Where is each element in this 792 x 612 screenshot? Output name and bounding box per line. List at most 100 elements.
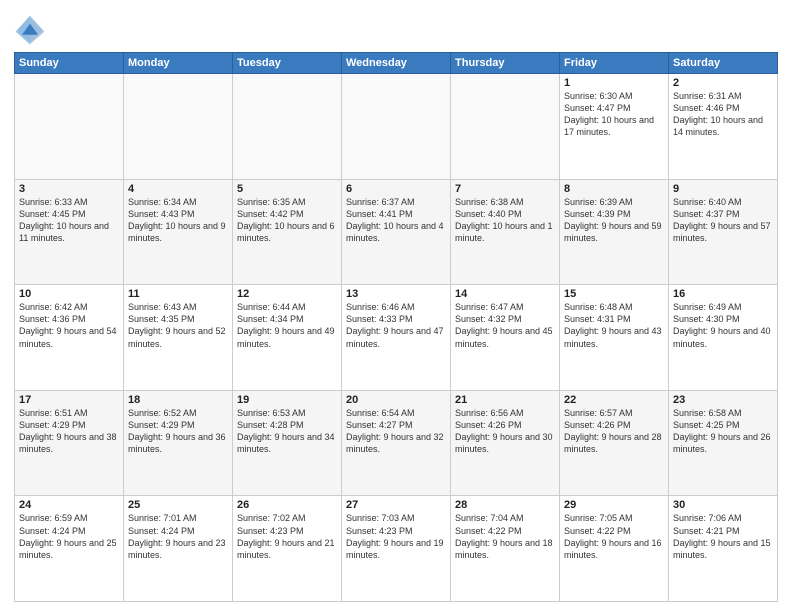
- day-info: Sunrise: 6:59 AM Sunset: 4:24 PM Dayligh…: [19, 512, 119, 561]
- header: [14, 10, 778, 46]
- day-number: 18: [128, 394, 228, 406]
- calendar-cell: [233, 74, 342, 180]
- day-info: Sunrise: 6:51 AM Sunset: 4:29 PM Dayligh…: [19, 407, 119, 456]
- day-info: Sunrise: 6:34 AM Sunset: 4:43 PM Dayligh…: [128, 196, 228, 245]
- calendar-cell: 22Sunrise: 6:57 AM Sunset: 4:26 PM Dayli…: [560, 390, 669, 496]
- calendar-cell: 2Sunrise: 6:31 AM Sunset: 4:46 PM Daylig…: [669, 74, 778, 180]
- calendar-cell: 1Sunrise: 6:30 AM Sunset: 4:47 PM Daylig…: [560, 74, 669, 180]
- day-number: 7: [455, 183, 555, 195]
- calendar-cell: 15Sunrise: 6:48 AM Sunset: 4:31 PM Dayli…: [560, 285, 669, 391]
- day-info: Sunrise: 6:33 AM Sunset: 4:45 PM Dayligh…: [19, 196, 119, 245]
- day-number: 9: [673, 183, 773, 195]
- day-info: Sunrise: 7:04 AM Sunset: 4:22 PM Dayligh…: [455, 512, 555, 561]
- day-number: 26: [237, 499, 337, 511]
- day-info: Sunrise: 7:02 AM Sunset: 4:23 PM Dayligh…: [237, 512, 337, 561]
- weekday-header-friday: Friday: [560, 53, 669, 74]
- calendar-cell: 24Sunrise: 6:59 AM Sunset: 4:24 PM Dayli…: [15, 496, 124, 602]
- calendar-cell: [342, 74, 451, 180]
- calendar-cell: 20Sunrise: 6:54 AM Sunset: 4:27 PM Dayli…: [342, 390, 451, 496]
- day-number: 17: [19, 394, 119, 406]
- day-info: Sunrise: 6:38 AM Sunset: 4:40 PM Dayligh…: [455, 196, 555, 245]
- day-info: Sunrise: 6:57 AM Sunset: 4:26 PM Dayligh…: [564, 407, 664, 456]
- day-info: Sunrise: 6:43 AM Sunset: 4:35 PM Dayligh…: [128, 301, 228, 350]
- calendar-cell: [451, 74, 560, 180]
- calendar: SundayMondayTuesdayWednesdayThursdayFrid…: [14, 52, 778, 602]
- day-number: 16: [673, 288, 773, 300]
- calendar-cell: 10Sunrise: 6:42 AM Sunset: 4:36 PM Dayli…: [15, 285, 124, 391]
- calendar-week-row: 10Sunrise: 6:42 AM Sunset: 4:36 PM Dayli…: [15, 285, 778, 391]
- calendar-cell: 18Sunrise: 6:52 AM Sunset: 4:29 PM Dayli…: [124, 390, 233, 496]
- day-number: 15: [564, 288, 664, 300]
- calendar-cell: 3Sunrise: 6:33 AM Sunset: 4:45 PM Daylig…: [15, 179, 124, 285]
- weekday-header-tuesday: Tuesday: [233, 53, 342, 74]
- day-number: 13: [346, 288, 446, 300]
- calendar-cell: 27Sunrise: 7:03 AM Sunset: 4:23 PM Dayli…: [342, 496, 451, 602]
- calendar-cell: 6Sunrise: 6:37 AM Sunset: 4:41 PM Daylig…: [342, 179, 451, 285]
- day-info: Sunrise: 7:01 AM Sunset: 4:24 PM Dayligh…: [128, 512, 228, 561]
- calendar-cell: 13Sunrise: 6:46 AM Sunset: 4:33 PM Dayli…: [342, 285, 451, 391]
- weekday-header-thursday: Thursday: [451, 53, 560, 74]
- calendar-cell: 30Sunrise: 7:06 AM Sunset: 4:21 PM Dayli…: [669, 496, 778, 602]
- calendar-week-row: 1Sunrise: 6:30 AM Sunset: 4:47 PM Daylig…: [15, 74, 778, 180]
- calendar-cell: 14Sunrise: 6:47 AM Sunset: 4:32 PM Dayli…: [451, 285, 560, 391]
- day-info: Sunrise: 6:39 AM Sunset: 4:39 PM Dayligh…: [564, 196, 664, 245]
- day-number: 5: [237, 183, 337, 195]
- day-number: 8: [564, 183, 664, 195]
- calendar-cell: 29Sunrise: 7:05 AM Sunset: 4:22 PM Dayli…: [560, 496, 669, 602]
- day-number: 4: [128, 183, 228, 195]
- day-number: 30: [673, 499, 773, 511]
- calendar-cell: 12Sunrise: 6:44 AM Sunset: 4:34 PM Dayli…: [233, 285, 342, 391]
- calendar-cell: 16Sunrise: 6:49 AM Sunset: 4:30 PM Dayli…: [669, 285, 778, 391]
- day-number: 3: [19, 183, 119, 195]
- day-number: 6: [346, 183, 446, 195]
- day-info: Sunrise: 6:53 AM Sunset: 4:28 PM Dayligh…: [237, 407, 337, 456]
- day-number: 29: [564, 499, 664, 511]
- calendar-cell: 26Sunrise: 7:02 AM Sunset: 4:23 PM Dayli…: [233, 496, 342, 602]
- day-number: 27: [346, 499, 446, 511]
- day-info: Sunrise: 6:48 AM Sunset: 4:31 PM Dayligh…: [564, 301, 664, 350]
- day-info: Sunrise: 6:58 AM Sunset: 4:25 PM Dayligh…: [673, 407, 773, 456]
- weekday-header-row: SundayMondayTuesdayWednesdayThursdayFrid…: [15, 53, 778, 74]
- calendar-cell: 11Sunrise: 6:43 AM Sunset: 4:35 PM Dayli…: [124, 285, 233, 391]
- day-number: 12: [237, 288, 337, 300]
- day-info: Sunrise: 7:06 AM Sunset: 4:21 PM Dayligh…: [673, 512, 773, 561]
- day-number: 22: [564, 394, 664, 406]
- calendar-week-row: 3Sunrise: 6:33 AM Sunset: 4:45 PM Daylig…: [15, 179, 778, 285]
- calendar-cell: [124, 74, 233, 180]
- day-number: 11: [128, 288, 228, 300]
- calendar-cell: 7Sunrise: 6:38 AM Sunset: 4:40 PM Daylig…: [451, 179, 560, 285]
- day-info: Sunrise: 6:52 AM Sunset: 4:29 PM Dayligh…: [128, 407, 228, 456]
- calendar-week-row: 24Sunrise: 6:59 AM Sunset: 4:24 PM Dayli…: [15, 496, 778, 602]
- day-info: Sunrise: 6:35 AM Sunset: 4:42 PM Dayligh…: [237, 196, 337, 245]
- day-number: 19: [237, 394, 337, 406]
- calendar-cell: 17Sunrise: 6:51 AM Sunset: 4:29 PM Dayli…: [15, 390, 124, 496]
- day-number: 2: [673, 77, 773, 89]
- weekday-header-saturday: Saturday: [669, 53, 778, 74]
- logo-icon: [14, 14, 46, 46]
- page: SundayMondayTuesdayWednesdayThursdayFrid…: [0, 0, 792, 612]
- day-number: 14: [455, 288, 555, 300]
- day-info: Sunrise: 7:05 AM Sunset: 4:22 PM Dayligh…: [564, 512, 664, 561]
- day-number: 28: [455, 499, 555, 511]
- calendar-week-row: 17Sunrise: 6:51 AM Sunset: 4:29 PM Dayli…: [15, 390, 778, 496]
- day-number: 23: [673, 394, 773, 406]
- day-number: 10: [19, 288, 119, 300]
- logo: [14, 14, 50, 46]
- day-number: 21: [455, 394, 555, 406]
- day-number: 1: [564, 77, 664, 89]
- day-number: 25: [128, 499, 228, 511]
- calendar-cell: 9Sunrise: 6:40 AM Sunset: 4:37 PM Daylig…: [669, 179, 778, 285]
- day-info: Sunrise: 6:44 AM Sunset: 4:34 PM Dayligh…: [237, 301, 337, 350]
- day-info: Sunrise: 7:03 AM Sunset: 4:23 PM Dayligh…: [346, 512, 446, 561]
- calendar-cell: 8Sunrise: 6:39 AM Sunset: 4:39 PM Daylig…: [560, 179, 669, 285]
- calendar-cell: 21Sunrise: 6:56 AM Sunset: 4:26 PM Dayli…: [451, 390, 560, 496]
- day-info: Sunrise: 6:54 AM Sunset: 4:27 PM Dayligh…: [346, 407, 446, 456]
- day-info: Sunrise: 6:31 AM Sunset: 4:46 PM Dayligh…: [673, 90, 773, 139]
- day-number: 20: [346, 394, 446, 406]
- day-info: Sunrise: 6:47 AM Sunset: 4:32 PM Dayligh…: [455, 301, 555, 350]
- calendar-cell: 4Sunrise: 6:34 AM Sunset: 4:43 PM Daylig…: [124, 179, 233, 285]
- day-info: Sunrise: 6:42 AM Sunset: 4:36 PM Dayligh…: [19, 301, 119, 350]
- calendar-cell: 28Sunrise: 7:04 AM Sunset: 4:22 PM Dayli…: [451, 496, 560, 602]
- calendar-cell: 23Sunrise: 6:58 AM Sunset: 4:25 PM Dayli…: [669, 390, 778, 496]
- calendar-cell: 19Sunrise: 6:53 AM Sunset: 4:28 PM Dayli…: [233, 390, 342, 496]
